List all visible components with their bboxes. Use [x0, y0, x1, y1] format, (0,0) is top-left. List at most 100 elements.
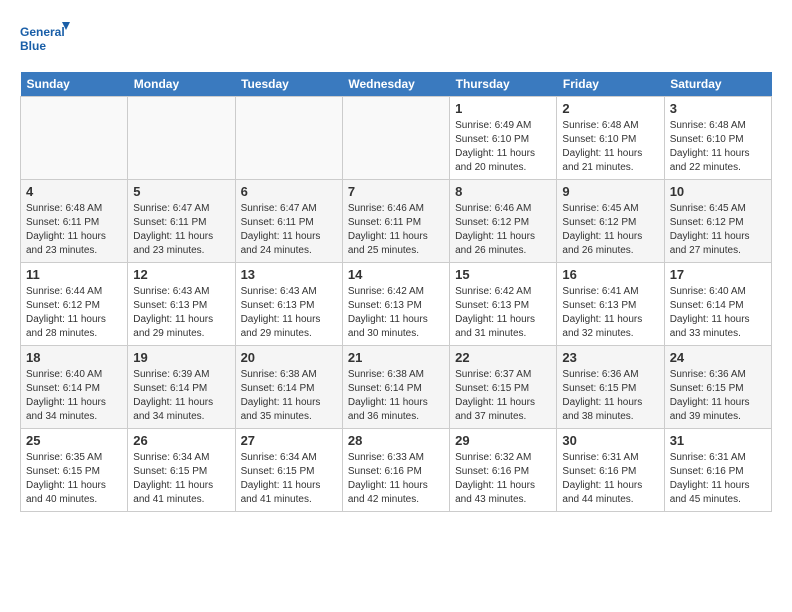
day-number: 24 — [670, 350, 766, 365]
day-info: Sunrise: 6:47 AM Sunset: 6:11 PM Dayligh… — [133, 202, 229, 258]
calendar-day-23: 23 Sunrise: 6:36 AM Sunset: 6:15 PM Dayli… — [557, 346, 664, 429]
calendar-day-4: 4Sunrise: 6:48 AM Sunset: 6:11 PM Daylig… — [21, 180, 128, 263]
day-info: Sunrise: 6:40 AM Sunset: 6:14 PM Dayligh… — [670, 285, 766, 341]
day-number: 10 — [670, 184, 766, 199]
calendar-day-26: 26 Sunrise: 6:34 AM Sunset: 6:15 PM Dayli… — [128, 429, 235, 512]
day-info: Sunrise: 6:46 AM Sunset: 6:11 PM Dayligh… — [348, 202, 444, 258]
calendar-day-29: 29Sunrise: 6:32 AM Sunset: 6:16 PM Dayli… — [450, 429, 557, 512]
calendar-day-15: 15 Sunrise: 6:42 AM Sunset: 6:13 PM Dayli… — [450, 263, 557, 346]
weekday-header-saturday: Saturday — [664, 72, 771, 97]
calendar-week-row: 25Sunrise: 6:35 AM Sunset: 6:15 PM Dayli… — [21, 429, 772, 512]
calendar-day-28: 28 Sunrise: 6:33 AM Sunset: 6:16 PM Dayli… — [342, 429, 449, 512]
day-number: 1 — [455, 101, 551, 116]
day-info: Sunrise: 6:31 AM Sunset: 6:16 PM Dayligh… — [670, 451, 766, 507]
day-info: Sunrise: 6:45 AM Sunset: 6:12 PM Dayligh… — [562, 202, 658, 258]
calendar-day-27: 27 Sunrise: 6:34 AM Sunset: 6:15 PM Dayli… — [235, 429, 342, 512]
day-info: Sunrise: 6:38 AM Sunset: 6:14 PM Dayligh… — [241, 368, 337, 424]
empty-day — [128, 97, 235, 180]
day-info: Sunrise: 6:49 AM Sunset: 6:10 PM Dayligh… — [455, 119, 551, 175]
calendar-day-17: 17 Sunrise: 6:40 AM Sunset: 6:14 PM Dayli… — [664, 263, 771, 346]
calendar-day-31: 31 Sunrise: 6:31 AM Sunset: 6:16 PM Dayli… — [664, 429, 771, 512]
day-info: Sunrise: 6:48 AM Sunset: 6:10 PM Dayligh… — [670, 119, 766, 175]
calendar-day-12: 12 Sunrise: 6:43 AM Sunset: 6:13 PM Dayli… — [128, 263, 235, 346]
calendar-day-25: 25Sunrise: 6:35 AM Sunset: 6:15 PM Dayli… — [21, 429, 128, 512]
day-number: 30 — [562, 433, 658, 448]
weekday-header-tuesday: Tuesday — [235, 72, 342, 97]
weekday-header-sunday: Sunday — [21, 72, 128, 97]
day-info: Sunrise: 6:42 AM Sunset: 6:13 PM Dayligh… — [455, 285, 551, 341]
day-number: 21 — [348, 350, 444, 365]
calendar-day-19: 19 Sunrise: 6:39 AM Sunset: 6:14 PM Dayli… — [128, 346, 235, 429]
day-info: Sunrise: 6:38 AM Sunset: 6:14 PM Dayligh… — [348, 368, 444, 424]
weekday-header-monday: Monday — [128, 72, 235, 97]
day-info: Sunrise: 6:31 AM Sunset: 6:16 PM Dayligh… — [562, 451, 658, 507]
day-info: Sunrise: 6:41 AM Sunset: 6:13 PM Dayligh… — [562, 285, 658, 341]
day-info: Sunrise: 6:40 AM Sunset: 6:14 PM Dayligh… — [26, 368, 122, 424]
calendar-day-14: 14Sunrise: 6:42 AM Sunset: 6:13 PM Dayli… — [342, 263, 449, 346]
day-number: 15 — [455, 267, 551, 282]
calendar-day-21: 21 Sunrise: 6:38 AM Sunset: 6:14 PM Dayli… — [342, 346, 449, 429]
day-number: 17 — [670, 267, 766, 282]
day-info: Sunrise: 6:34 AM Sunset: 6:15 PM Dayligh… — [133, 451, 229, 507]
calendar-day-10: 10 Sunrise: 6:45 AM Sunset: 6:12 PM Dayli… — [664, 180, 771, 263]
calendar-day-16: 16 Sunrise: 6:41 AM Sunset: 6:13 PM Dayli… — [557, 263, 664, 346]
calendar-day-2: 2Sunrise: 6:48 AM Sunset: 6:10 PM Daylig… — [557, 97, 664, 180]
calendar-week-row: 18 Sunrise: 6:40 AM Sunset: 6:14 PM Dayli… — [21, 346, 772, 429]
day-number: 2 — [562, 101, 658, 116]
day-info: Sunrise: 6:34 AM Sunset: 6:15 PM Dayligh… — [241, 451, 337, 507]
empty-day — [235, 97, 342, 180]
day-number: 26 — [133, 433, 229, 448]
day-info: Sunrise: 6:45 AM Sunset: 6:12 PM Dayligh… — [670, 202, 766, 258]
day-info: Sunrise: 6:35 AM Sunset: 6:15 PM Dayligh… — [26, 451, 122, 507]
weekday-header-row: SundayMondayTuesdayWednesdayThursdayFrid… — [21, 72, 772, 97]
calendar-day-1: 1 Sunrise: 6:49 AM Sunset: 6:10 PM Daylig… — [450, 97, 557, 180]
day-number: 13 — [241, 267, 337, 282]
day-info: Sunrise: 6:37 AM Sunset: 6:15 PM Dayligh… — [455, 368, 551, 424]
day-info: Sunrise: 6:36 AM Sunset: 6:15 PM Dayligh… — [562, 368, 658, 424]
calendar-day-13: 13 Sunrise: 6:43 AM Sunset: 6:13 PM Dayli… — [235, 263, 342, 346]
weekday-header-thursday: Thursday — [450, 72, 557, 97]
calendar-day-22: 22 Sunrise: 6:37 AM Sunset: 6:15 PM Dayli… — [450, 346, 557, 429]
day-info: Sunrise: 6:47 AM Sunset: 6:11 PM Dayligh… — [241, 202, 337, 258]
calendar-day-8: 8 Sunrise: 6:46 AM Sunset: 6:12 PM Daylig… — [450, 180, 557, 263]
day-number: 9 — [562, 184, 658, 199]
day-info: Sunrise: 6:32 AM Sunset: 6:16 PM Dayligh… — [455, 451, 551, 507]
calendar-day-30: 30 Sunrise: 6:31 AM Sunset: 6:16 PM Dayli… — [557, 429, 664, 512]
day-number: 19 — [133, 350, 229, 365]
day-info: Sunrise: 6:43 AM Sunset: 6:13 PM Dayligh… — [241, 285, 337, 341]
calendar-day-3: 3Sunrise: 6:48 AM Sunset: 6:10 PM Daylig… — [664, 97, 771, 180]
weekday-header-friday: Friday — [557, 72, 664, 97]
calendar-day-20: 20 Sunrise: 6:38 AM Sunset: 6:14 PM Dayli… — [235, 346, 342, 429]
day-number: 16 — [562, 267, 658, 282]
calendar-week-row: 11Sunrise: 6:44 AM Sunset: 6:12 PM Dayli… — [21, 263, 772, 346]
weekday-header-wednesday: Wednesday — [342, 72, 449, 97]
calendar-day-18: 18 Sunrise: 6:40 AM Sunset: 6:14 PM Dayli… — [21, 346, 128, 429]
day-number: 23 — [562, 350, 658, 365]
empty-day — [342, 97, 449, 180]
empty-day — [21, 97, 128, 180]
day-info: Sunrise: 6:43 AM Sunset: 6:13 PM Dayligh… — [133, 285, 229, 341]
calendar-day-7: 7Sunrise: 6:46 AM Sunset: 6:11 PM Daylig… — [342, 180, 449, 263]
day-info: Sunrise: 6:39 AM Sunset: 6:14 PM Dayligh… — [133, 368, 229, 424]
day-number: 18 — [26, 350, 122, 365]
day-number: 12 — [133, 267, 229, 282]
calendar-day-24: 24 Sunrise: 6:36 AM Sunset: 6:15 PM Dayli… — [664, 346, 771, 429]
day-info: Sunrise: 6:33 AM Sunset: 6:16 PM Dayligh… — [348, 451, 444, 507]
svg-text:Blue: Blue — [20, 39, 46, 53]
day-info: Sunrise: 6:36 AM Sunset: 6:15 PM Dayligh… — [670, 368, 766, 424]
calendar-table: SundayMondayTuesdayWednesdayThursdayFrid… — [20, 72, 772, 512]
day-number: 28 — [348, 433, 444, 448]
calendar-day-9: 9 Sunrise: 6:45 AM Sunset: 6:12 PM Daylig… — [557, 180, 664, 263]
calendar-day-6: 6Sunrise: 6:47 AM Sunset: 6:11 PM Daylig… — [235, 180, 342, 263]
svg-text:General: General — [20, 25, 65, 39]
logo-svg: General Blue — [20, 20, 70, 62]
day-number: 31 — [670, 433, 766, 448]
page-header: General Blue — [20, 20, 772, 62]
day-number: 27 — [241, 433, 337, 448]
day-info: Sunrise: 6:46 AM Sunset: 6:12 PM Dayligh… — [455, 202, 551, 258]
day-number: 8 — [455, 184, 551, 199]
day-info: Sunrise: 6:48 AM Sunset: 6:11 PM Dayligh… — [26, 202, 122, 258]
calendar-week-row: 1 Sunrise: 6:49 AM Sunset: 6:10 PM Daylig… — [21, 97, 772, 180]
day-number: 20 — [241, 350, 337, 365]
day-number: 22 — [455, 350, 551, 365]
